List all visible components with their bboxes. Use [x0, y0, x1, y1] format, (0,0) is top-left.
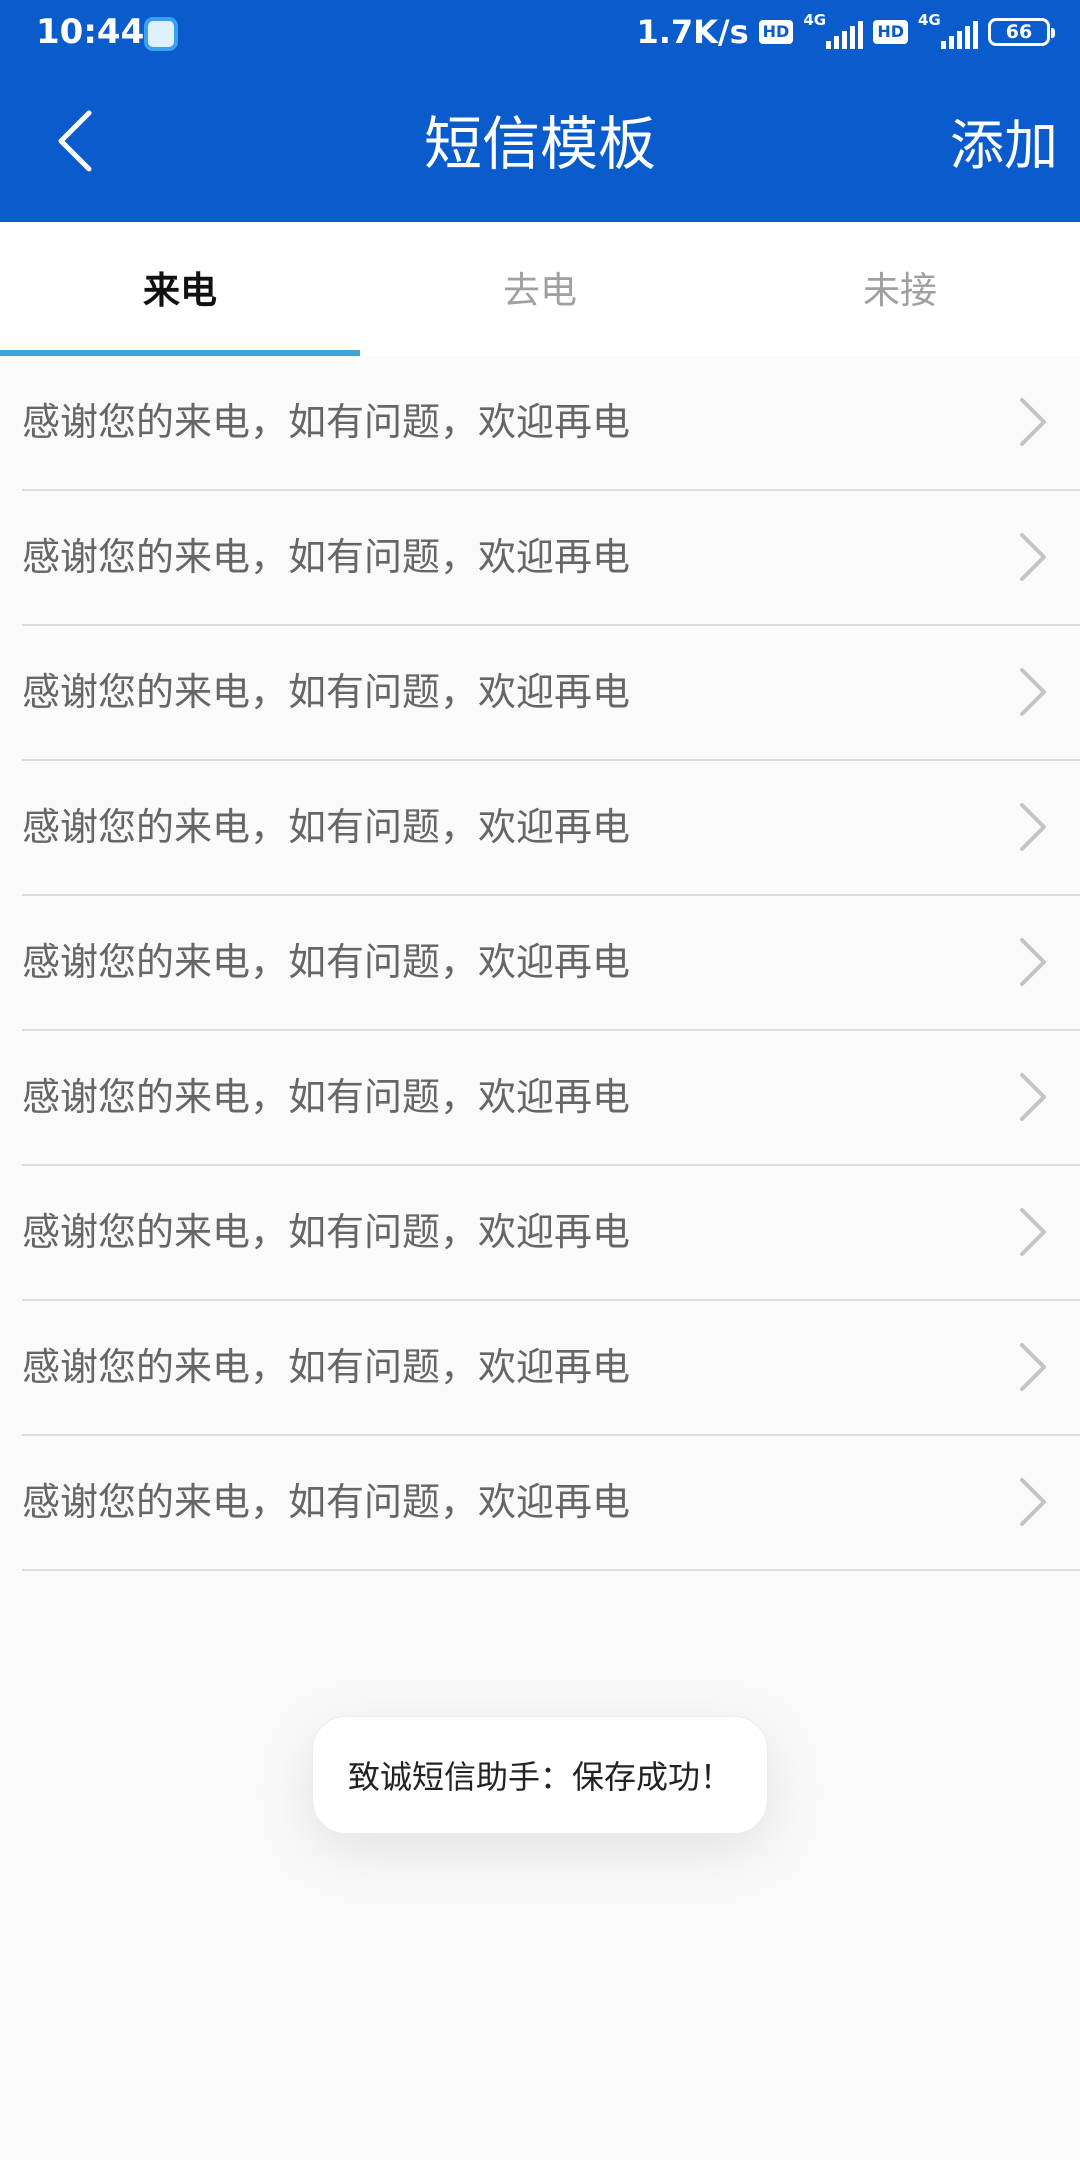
template-text: 感谢您的来电，如有问题，欢迎再电 [22, 1075, 631, 1119]
list-item[interactable]: 感谢您的来电，如有问题，欢迎再电 [0, 491, 1080, 626]
network-type-label: 4G [803, 11, 827, 29]
toast-text: 致诚短信助手：保存成功！ [347, 1758, 732, 1796]
template-text: 感谢您的来电，如有问题，欢迎再电 [22, 940, 631, 984]
chevron-right-icon [1020, 938, 1046, 986]
app-header: 10:44 1.7K/s HD 4G HD 4G 66 短信模板 添加 [0, 0, 1080, 222]
tab-bar: 来电 去电 未接 [0, 222, 1080, 356]
template-list: 感谢您的来电，如有问题，欢迎再电 感谢您的来电，如有问题，欢迎再电 感谢您的来电… [0, 356, 1080, 1571]
template-text: 感谢您的来电，如有问题，欢迎再电 [22, 1480, 631, 1524]
template-text: 感谢您的来电，如有问题，欢迎再电 [22, 670, 631, 714]
hd-badge: HD [758, 20, 794, 44]
template-text: 感谢您的来电，如有问题，欢迎再电 [22, 805, 631, 849]
list-item[interactable]: 感谢您的来电，如有问题，欢迎再电 [0, 1436, 1080, 1571]
navigation-bar: 短信模板 添加 [0, 66, 1080, 222]
list-item[interactable]: 感谢您的来电，如有问题，欢迎再电 [0, 1166, 1080, 1301]
chevron-right-icon [1020, 398, 1046, 446]
chevron-right-icon [1020, 1343, 1046, 1391]
page-title: 短信模板 [423, 110, 656, 178]
chevron-right-icon [1020, 533, 1046, 581]
notification-app-icon [144, 17, 178, 51]
chevron-right-icon [1020, 668, 1046, 716]
network-speed: 1.7K/s [636, 13, 749, 51]
template-text: 感谢您的来电，如有问题，欢迎再电 [22, 1210, 631, 1254]
status-bar: 10:44 1.7K/s HD 4G HD 4G 66 [0, 0, 1080, 66]
chevron-right-icon [1020, 803, 1046, 851]
tab-incoming[interactable]: 来电 [0, 222, 360, 356]
tab-missed[interactable]: 未接 [720, 222, 1080, 356]
battery-level: 66 [1005, 21, 1033, 43]
signal-strength-icon: 4G [803, 11, 864, 51]
list-item[interactable]: 感谢您的来电，如有问题，欢迎再电 [0, 761, 1080, 896]
list-item[interactable]: 感谢您的来电，如有问题，欢迎再电 [0, 356, 1080, 491]
list-item[interactable]: 感谢您的来电，如有问题，欢迎再电 [0, 626, 1080, 761]
tab-outgoing[interactable]: 去电 [360, 222, 720, 356]
template-text: 感谢您的来电，如有问题，欢迎再电 [22, 1345, 631, 1389]
template-text: 感谢您的来电，如有问题，欢迎再电 [22, 400, 631, 444]
toast-message: 致诚短信助手：保存成功！ [312, 1716, 768, 1834]
chevron-right-icon [1020, 1478, 1046, 1526]
list-item[interactable]: 感谢您的来电，如有问题，欢迎再电 [0, 896, 1080, 1031]
status-time: 10:44 [36, 12, 145, 52]
list-item[interactable]: 感谢您的来电，如有问题，欢迎再电 [0, 1301, 1080, 1436]
list-item[interactable]: 感谢您的来电，如有问题，欢迎再电 [0, 1031, 1080, 1166]
divider [22, 1569, 1080, 1571]
template-text: 感谢您的来电，如有问题，欢迎再电 [22, 535, 631, 579]
add-button[interactable]: 添加 [950, 114, 1058, 178]
network-type-label-2: 4G [918, 11, 941, 29]
status-indicators: 1.7K/s HD 4G HD 4G 66 [636, 11, 1055, 52]
hd-badge-2: HD [873, 20, 908, 44]
signal-strength-icon-2: 4G [918, 11, 978, 51]
chevron-right-icon [1020, 1208, 1046, 1256]
battery-icon: 66 [988, 18, 1055, 46]
chevron-right-icon [1020, 1073, 1046, 1121]
